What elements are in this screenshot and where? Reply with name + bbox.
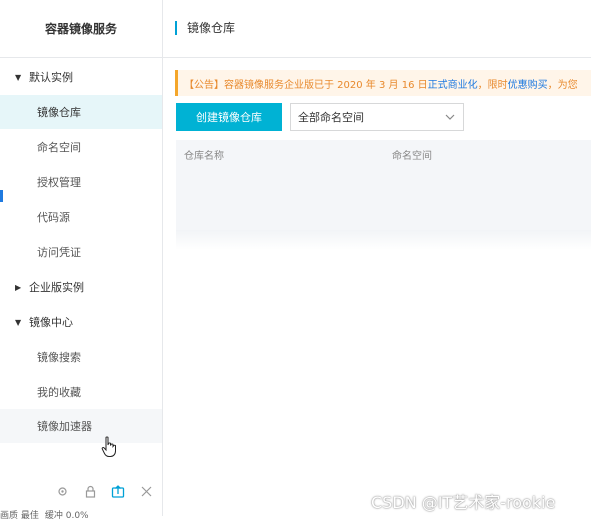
buffer-status: 缓冲 0.0%: [44, 511, 89, 521]
sidebar-item-image-accelerator[interactable]: 镜像加速器: [0, 409, 162, 443]
page-title: 镜像仓库: [187, 21, 236, 35]
namespace-select-value: 全部命名空间: [298, 111, 364, 124]
group-image-center[interactable]: ▼ 镜像中心: [0, 305, 162, 339]
header-accent-bar: [175, 21, 177, 35]
sidebar-item-code-source[interactable]: 代码源: [0, 200, 162, 234]
sidebar-item-label: 我的收藏: [37, 386, 81, 399]
lock-icon[interactable]: [83, 484, 97, 498]
sidebar-item-favorites[interactable]: 我的收藏: [0, 375, 162, 409]
announcement-banner: 【公告】容器镜像服务企业版已于 2020 年 3 月 16 日 正式商业化 ，限…: [175, 70, 591, 96]
sidebar-title: 容器镜像服务: [0, 0, 162, 58]
notice-link-commercial[interactable]: 正式商业化: [428, 76, 478, 91]
sidebar-item-repositories[interactable]: 镜像仓库: [0, 95, 162, 129]
group-label: 企业版实例: [29, 281, 84, 294]
sidebar-item-label: 访问凭证: [37, 246, 81, 259]
namespace-select[interactable]: 全部命名空间: [290, 103, 464, 131]
hand-cursor-icon: [101, 436, 119, 458]
group-label: 默认实例: [29, 71, 73, 84]
table-footer-shade: [176, 230, 591, 250]
sidebar: 容器镜像服务 ▼ 默认实例 镜像仓库 命名空间 授权管理 代码源 访问凭证 ▶ …: [0, 0, 163, 516]
notice-link-purchase[interactable]: 优惠购买: [508, 76, 548, 91]
sidebar-item-label: 镜像搜索: [37, 351, 81, 364]
sidebar-item-label: 授权管理: [37, 176, 81, 189]
create-repository-button[interactable]: 创建镜像仓库: [176, 103, 282, 131]
column-header-namespace: 命名空间: [392, 151, 432, 162]
sidebar-item-authorization[interactable]: 授权管理: [0, 165, 162, 199]
column-header-repo-name: 仓库名称: [184, 151, 224, 162]
quality-status: 画质 最佳: [0, 511, 39, 521]
group-enterprise-instance[interactable]: ▶ 企业版实例: [0, 270, 162, 304]
sidebar-item-label: 镜像加速器: [37, 420, 92, 433]
group-label: 镜像中心: [29, 316, 73, 329]
repository-table: 仓库名称 命名空间: [176, 140, 591, 230]
main-header: 镜像仓库: [163, 0, 591, 58]
group-default-instance[interactable]: ▼ 默认实例: [0, 60, 162, 94]
sidebar-item-image-search[interactable]: 镜像搜索: [0, 340, 162, 374]
caret-down-icon: ▼: [15, 72, 22, 82]
caret-down-icon: ▼: [15, 317, 22, 327]
player-status-row: 画质 最佳 缓冲 0.0%: [0, 508, 89, 521]
sidebar-item-label: 代码源: [37, 211, 70, 224]
close-icon[interactable]: [139, 484, 153, 498]
settings-icon[interactable]: [55, 484, 69, 498]
share-icon[interactable]: [111, 484, 125, 498]
caret-right-icon: ▶: [15, 282, 22, 292]
sidebar-item-credentials[interactable]: 访问凭证: [0, 235, 162, 269]
watermark: CSDN @IT艺术家-rookie: [371, 493, 556, 512]
sidebar-item-label: 命名空间: [37, 141, 81, 154]
sidebar-item-label: 镜像仓库: [37, 106, 81, 119]
edge-marker: [0, 190, 3, 202]
notice-text-b: ，限时: [477, 79, 508, 91]
sidebar-item-namespaces[interactable]: 命名空间: [0, 130, 162, 164]
chevron-down-icon: [445, 112, 455, 122]
notice-text-a: 【公告】容器镜像服务企业版已于 2020 年 3 月 16 日: [184, 79, 428, 91]
notice-text-c: ，为您: [547, 79, 578, 91]
sidebar-footer-toolbar: [55, 484, 153, 498]
